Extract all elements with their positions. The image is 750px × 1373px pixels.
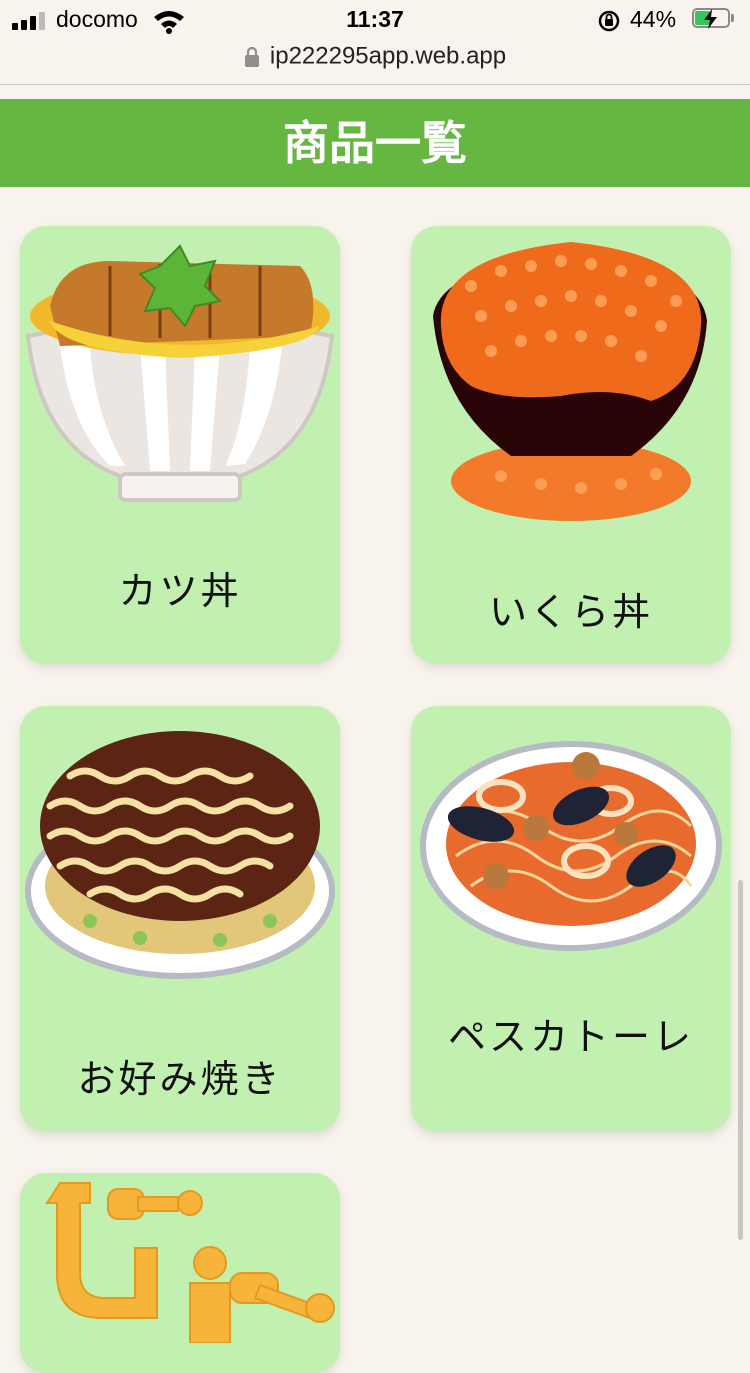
- product-name: ペスカトーレ: [447, 1015, 694, 1059]
- orientation-lock-icon: [598, 10, 620, 32]
- product-card-pescatore[interactable]: ペスカトーレ: [411, 706, 731, 1132]
- okonomiyaki-image: [25, 731, 335, 979]
- url-text: ip222295app.web.app: [269, 42, 507, 70]
- battery-icon: [692, 8, 736, 30]
- page-title: 商品一覧: [0, 99, 750, 187]
- product-card-ikuradon[interactable]: いくら丼: [411, 226, 731, 664]
- product-name: カツ丼: [118, 569, 242, 613]
- product-card-5[interactable]: [20, 1173, 340, 1373]
- product-image-5: [45, 1182, 335, 1343]
- katsudon-image: [25, 244, 335, 502]
- battery-percentage: 44%: [630, 6, 677, 32]
- product-card-katsudon[interactable]: カツ丼: [20, 226, 340, 664]
- ikuradon-image: [433, 242, 707, 521]
- address-bar[interactable]: ip222295app.web.app: [0, 36, 750, 85]
- pescatore-image: [420, 741, 722, 951]
- product-name: いくら丼: [488, 590, 653, 634]
- product-name: お好み焼き: [77, 1057, 283, 1101]
- lock-icon: [244, 46, 259, 67]
- scrollbar[interactable]: [738, 880, 743, 1240]
- product-card-okonomiyaki[interactable]: お好み焼き: [20, 706, 340, 1132]
